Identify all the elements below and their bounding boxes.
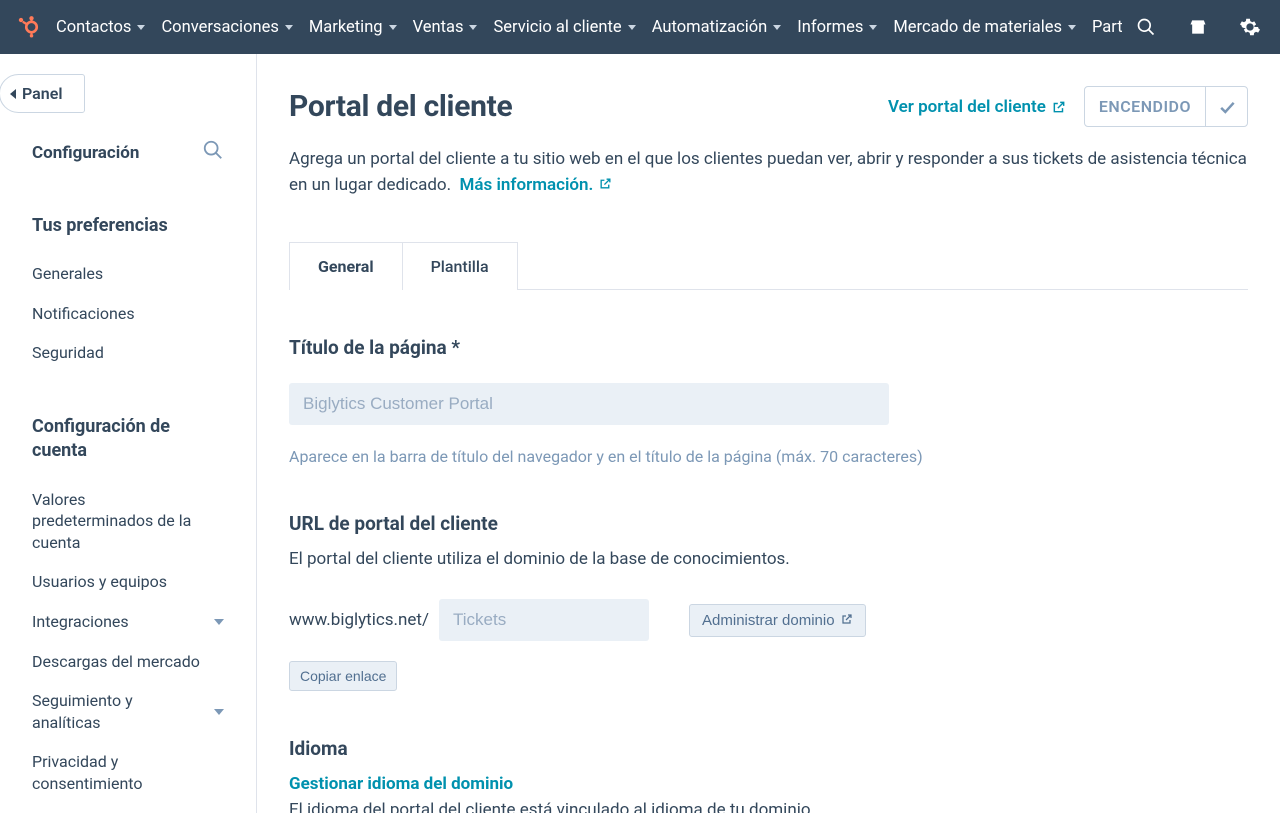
chevron-left-icon — [10, 89, 16, 99]
manage-domain-language-link[interactable]: Gestionar idioma del dominio — [289, 774, 1248, 794]
sidebar-item-generales[interactable]: Generales — [0, 254, 256, 294]
toggle-state-label: ENCENDIDO — [1085, 87, 1205, 126]
sidebar-item-seguridad[interactable]: Seguridad — [0, 333, 256, 373]
marketplace-icon[interactable] — [1186, 15, 1210, 39]
language-section-title: Idioma — [289, 737, 1248, 760]
top-nav: Contactos Conversaciones Marketing Venta… — [0, 0, 1280, 54]
chevron-down-icon — [1068, 25, 1076, 30]
language-desc: El idioma del portal del cliente está vi… — [289, 800, 1248, 813]
nav-informes[interactable]: Informes — [797, 2, 877, 53]
chevron-down-icon — [469, 25, 477, 30]
nav-utility-icons: 11 — [1134, 13, 1280, 41]
external-link-icon — [841, 612, 853, 629]
sidebar-item-account-defaults[interactable]: Valores predeterminados de la cuenta — [0, 480, 256, 563]
page-title-help: Aparece en la barra de título del navega… — [289, 447, 1248, 466]
page-title-field-label: Título de la página * — [289, 336, 1248, 359]
hubspot-logo[interactable] — [14, 12, 42, 42]
nav-servicio[interactable]: Servicio al cliente — [493, 2, 635, 53]
tabs: General Plantilla — [289, 242, 1248, 290]
sidebar-item-downloads[interactable]: Descargas del mercado — [0, 642, 256, 682]
portal-toggle[interactable]: ENCENDIDO — [1084, 86, 1248, 127]
prefs-section-title: Tus preferencias — [0, 214, 256, 254]
url-slug-input[interactable] — [439, 599, 649, 641]
tab-general[interactable]: General — [289, 242, 403, 290]
page-title: Portal del cliente — [289, 89, 512, 124]
external-link-icon — [599, 173, 612, 199]
back-label: Panel — [22, 84, 62, 103]
sidebar-item-privacy[interactable]: Privacidad y consentimiento — [0, 742, 256, 803]
chevron-down-icon — [773, 25, 781, 30]
view-portal-link[interactable]: Ver portal del cliente — [888, 97, 1066, 117]
nav-mercado[interactable]: Mercado de materiales — [893, 2, 1076, 53]
chevron-down-icon — [285, 25, 293, 30]
chevron-down-icon — [628, 25, 636, 30]
sidebar-item-tracking-analytics[interactable]: Seguimiento y analíticas — [0, 681, 256, 742]
nav-contactos[interactable]: Contactos — [56, 2, 145, 53]
tab-plantilla[interactable]: Plantilla — [403, 242, 518, 290]
sidebar-item-partners[interactable]: Partners — [0, 804, 256, 813]
chevron-down-icon — [137, 25, 145, 30]
search-icon[interactable] — [1134, 15, 1158, 39]
main-content: Portal del cliente Ver portal del client… — [257, 54, 1280, 813]
back-to-panel-button[interactable]: Panel — [0, 74, 85, 113]
account-section-title: Configuración de cuenta — [0, 415, 256, 480]
settings-gear-icon[interactable] — [1238, 15, 1262, 39]
manage-domain-button[interactable]: Administrar dominio — [689, 604, 866, 637]
chevron-down-icon — [214, 619, 224, 625]
url-prefix: www.biglytics.net/ — [289, 610, 429, 630]
settings-sidebar: Panel Configuración Tus preferencias Gen… — [0, 54, 257, 813]
nav-menu: Contactos Conversaciones Marketing Venta… — [56, 2, 1122, 53]
learn-more-link[interactable]: Más información. — [460, 173, 613, 199]
nav-marketing[interactable]: Marketing — [309, 2, 397, 53]
nav-ventas[interactable]: Ventas — [413, 2, 478, 53]
page-title-input[interactable] — [289, 383, 889, 425]
sidebar-item-notificaciones[interactable]: Notificaciones — [0, 294, 256, 334]
nav-conversaciones[interactable]: Conversaciones — [161, 2, 292, 53]
configuration-title: Configuración — [32, 143, 139, 163]
external-link-icon — [1052, 100, 1066, 114]
search-settings-icon[interactable] — [202, 139, 224, 166]
chevron-down-icon — [869, 25, 877, 30]
sidebar-item-integrations[interactable]: Integraciones — [0, 602, 256, 642]
url-section-desc: El portal del cliente utiliza el dominio… — [289, 549, 1248, 569]
nav-partner[interactable]: Part — [1092, 2, 1122, 53]
page-description: Agrega un portal del cliente a tu sitio … — [289, 147, 1248, 198]
toggle-check-icon — [1205, 87, 1247, 126]
chevron-down-icon — [214, 709, 224, 715]
copy-link-button[interactable]: Copiar enlace — [289, 661, 397, 691]
sidebar-item-users-teams[interactable]: Usuarios y equipos — [0, 562, 256, 602]
chevron-down-icon — [389, 25, 397, 30]
url-section-title: URL de portal del cliente — [289, 512, 1248, 535]
nav-automatizacion[interactable]: Automatización — [652, 2, 782, 53]
